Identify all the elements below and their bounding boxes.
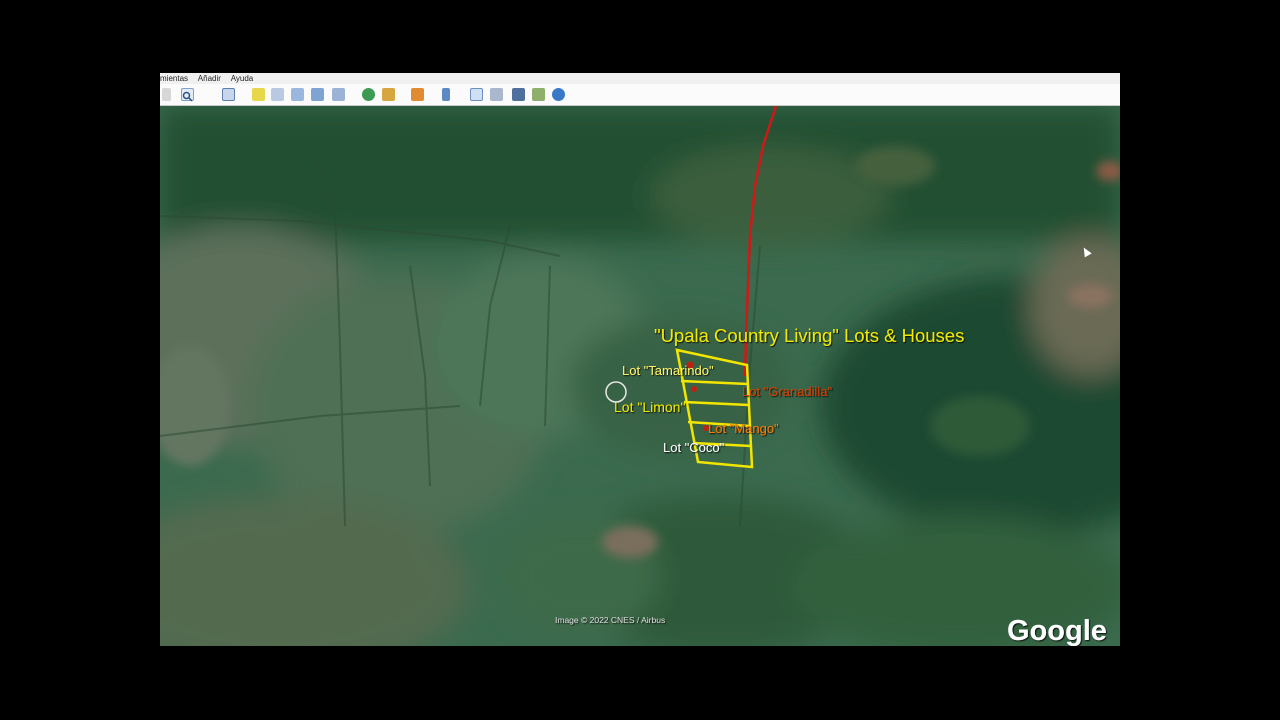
- tour-icon[interactable]: [332, 88, 345, 101]
- imagery-attribution: Image © 2022 CNES / Airbus: [555, 615, 665, 625]
- print-icon[interactable]: [490, 88, 503, 101]
- satellite-map[interactable]: "Upala Country Living" Lots & Houses Lot…: [160, 106, 1120, 646]
- planets-icon[interactable]: [411, 88, 424, 101]
- menu-item-add[interactable]: Añadir: [198, 74, 221, 83]
- historical-imagery-icon[interactable]: [362, 88, 375, 101]
- google-earth-window: mientas Añadir Ayuda "Upala Country Livi…: [160, 73, 1120, 646]
- map-title: "Upala Country Living" Lots & Houses: [654, 325, 964, 346]
- lot-label-coco[interactable]: Lot "Coco": [663, 440, 725, 455]
- sidebar-toggle-icon[interactable]: [162, 88, 171, 101]
- lot-label-tamarindo[interactable]: Lot "Tamarindo": [622, 363, 714, 378]
- email-icon[interactable]: [470, 88, 483, 101]
- path-icon[interactable]: [291, 88, 304, 101]
- overlay-icon[interactable]: [311, 88, 324, 101]
- polygon-icon[interactable]: [271, 88, 284, 101]
- save-image-icon[interactable]: [512, 88, 525, 101]
- maps-icon[interactable]: [532, 88, 545, 101]
- toolbar: [160, 84, 1120, 106]
- earth-gallery-icon[interactable]: [552, 88, 565, 101]
- lot-label-mango[interactable]: Lot "Mango": [708, 421, 779, 436]
- menu-bar: mientas Añadir Ayuda: [160, 73, 1120, 84]
- sunlight-icon[interactable]: [382, 88, 395, 101]
- lot-label-limon[interactable]: Lot "Limon": [614, 399, 685, 415]
- menu-item-tools[interactable]: mientas: [160, 74, 188, 83]
- placemark-pin[interactable]: [691, 386, 697, 392]
- lot-label-granadilla[interactable]: Lot "Granadilla": [742, 384, 833, 399]
- search-icon[interactable]: [181, 88, 194, 102]
- menu-item-help[interactable]: Ayuda: [231, 74, 254, 83]
- google-logo: Google: [1007, 615, 1107, 646]
- ruler-icon[interactable]: [442, 88, 450, 101]
- placemark-icon[interactable]: [252, 88, 265, 101]
- sidebar-icon[interactable]: [222, 88, 235, 101]
